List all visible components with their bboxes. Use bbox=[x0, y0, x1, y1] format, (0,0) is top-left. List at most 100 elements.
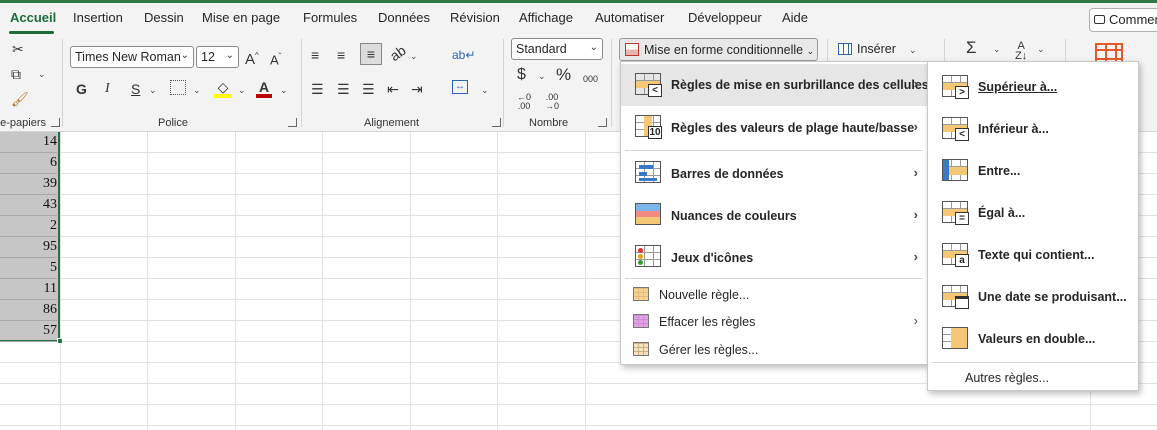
currency-chevron-icon[interactable]: ⌄ bbox=[538, 71, 546, 82]
menu-item-new-rule[interactable]: Nouvelle règle... bbox=[621, 282, 927, 308]
menu-item-data-bars[interactable]: Barres de données › bbox=[621, 152, 927, 194]
copy-icon[interactable]: ⧉ bbox=[11, 66, 21, 82]
cell-value[interactable]: 95 bbox=[0, 237, 57, 258]
insert-label: Insérer bbox=[857, 42, 896, 56]
percent-button[interactable]: % bbox=[556, 66, 571, 83]
alignment-group-label: Alignement bbox=[364, 117, 420, 129]
tab-formules[interactable]: Formules bbox=[303, 10, 357, 25]
clipboard-launcher-icon[interactable] bbox=[51, 118, 60, 127]
font-color-icon[interactable]: A bbox=[256, 79, 272, 98]
submenu-item-less-than[interactable]: < Inférieur à... bbox=[928, 108, 1138, 150]
wrap-text-icon[interactable]: ab↵ bbox=[452, 47, 475, 63]
copy-dropdown-chevron-icon[interactable]: ⌄ bbox=[38, 69, 46, 80]
sort-filter-icon[interactable]: A Z↓ bbox=[1015, 41, 1027, 62]
cut-icon[interactable]: ✂ bbox=[12, 41, 24, 57]
decrease-decimal-button[interactable]: .00 →0 bbox=[541, 93, 563, 111]
column-line bbox=[497, 132, 498, 430]
font-size-select[interactable]: 12 ⌄ bbox=[196, 46, 239, 68]
tab-affichage[interactable]: Affichage bbox=[519, 10, 573, 25]
decrease-font-icon[interactable]: Aˇ bbox=[270, 49, 281, 68]
submenu-item-date-occurring[interactable]: Une date se produisant... bbox=[928, 276, 1138, 318]
tab-dessin[interactable]: Dessin bbox=[144, 10, 184, 25]
thousands-button[interactable]: 000 bbox=[583, 71, 598, 87]
conditional-formatting-icon bbox=[625, 43, 639, 56]
tab-aide[interactable]: Aide bbox=[782, 10, 808, 25]
cell-value[interactable]: 39 bbox=[0, 174, 57, 195]
orientation-icon[interactable]: ab bbox=[387, 42, 409, 64]
tab-mise-en-page[interactable]: Mise en page bbox=[202, 10, 280, 25]
alignment-launcher-icon[interactable] bbox=[492, 118, 501, 127]
fill-color-icon[interactable]: ◇ bbox=[214, 79, 232, 98]
autosum-icon[interactable]: Σ bbox=[966, 39, 977, 56]
align-right-icon[interactable]: ☰ bbox=[362, 81, 375, 97]
align-middle-icon[interactable]: ≡ bbox=[337, 47, 345, 63]
submenu-item-between[interactable]: Entre... bbox=[928, 150, 1138, 192]
tab-donnees[interactable]: Données bbox=[378, 10, 430, 25]
submenu-item-label: Valeurs en double... bbox=[978, 332, 1096, 346]
cell-value[interactable]: 5 bbox=[0, 258, 57, 279]
submenu-item-duplicate-values[interactable]: Valeurs en double... bbox=[928, 318, 1138, 360]
cell-value[interactable]: 11 bbox=[0, 279, 57, 300]
format-painter-icon[interactable]: 🖌 bbox=[11, 91, 29, 107]
insert-button[interactable]: Insérer bbox=[838, 42, 896, 56]
date-occurring-calendar-icon bbox=[942, 285, 970, 311]
borders-chevron-icon[interactable]: ⌄ bbox=[193, 85, 201, 96]
conditional-formatting-button[interactable]: Mise en forme conditionnelle ⌄ bbox=[619, 38, 818, 61]
increase-font-icon[interactable]: A^ bbox=[245, 48, 259, 68]
merge-center-icon[interactable]: ↔ bbox=[452, 80, 468, 94]
currency-button[interactable]: $ bbox=[517, 67, 526, 83]
menu-item-color-scales[interactable]: Nuances de couleurs › bbox=[621, 194, 927, 236]
column-line bbox=[585, 132, 586, 430]
cell-value[interactable]: 14 bbox=[0, 132, 57, 153]
menu-item-label: Nuances de couleurs bbox=[671, 209, 797, 223]
cell-value[interactable]: 86 bbox=[0, 300, 57, 321]
cell-value[interactable]: 43 bbox=[0, 195, 57, 216]
submenu-item-greater-than[interactable]: > Supérieur à... bbox=[928, 66, 1138, 108]
bold-button[interactable]: G bbox=[76, 81, 87, 97]
submenu-item-equal-to[interactable]: = Égal à... bbox=[928, 192, 1138, 234]
orientation-chevron-icon[interactable]: ⌄ bbox=[410, 51, 418, 62]
submenu-arrow-icon: › bbox=[913, 207, 918, 222]
tab-revision[interactable]: Révision bbox=[450, 10, 500, 25]
underline-button[interactable]: S bbox=[131, 81, 140, 97]
submenu-arrow-icon: › bbox=[913, 249, 918, 264]
align-bottom-icon[interactable]: ≡ bbox=[360, 43, 382, 65]
fill-handle[interactable] bbox=[57, 338, 63, 344]
menu-item-icon-sets[interactable]: Jeux d'icônes › bbox=[621, 236, 927, 278]
cell-value[interactable]: 6 bbox=[0, 153, 57, 174]
submenu-item-more-rules[interactable]: Autres règles... bbox=[928, 366, 1138, 390]
submenu-arrow-icon: › bbox=[913, 165, 918, 180]
submenu-item-text-contains[interactable]: a Texte qui contient... bbox=[928, 234, 1138, 276]
menu-item-highlight-cells-rules[interactable]: < Règles de mise en surbrillance des cel… bbox=[621, 64, 929, 106]
italic-button[interactable]: I bbox=[105, 81, 110, 97]
comments-button[interactable]: Commentaires bbox=[1089, 8, 1157, 32]
increase-indent-icon[interactable]: ⇥ bbox=[411, 81, 423, 97]
autosum-chevron-icon[interactable]: ⌄ bbox=[993, 44, 1001, 55]
tab-accueil[interactable]: Accueil bbox=[10, 10, 56, 25]
increase-decimal-button[interactable]: ←0 .00 bbox=[513, 93, 535, 111]
font-name-select[interactable]: Times New Roman ⌄ bbox=[70, 46, 194, 68]
align-left-icon[interactable]: ☰ bbox=[311, 81, 324, 97]
borders-icon[interactable] bbox=[170, 80, 186, 95]
tab-developpeur[interactable]: Développeur bbox=[688, 10, 762, 25]
number-format-select[interactable]: Standard ⌄ bbox=[511, 38, 603, 60]
menu-item-top-bottom-rules[interactable]: 10 Règles des valeurs de plage haute/bas… bbox=[621, 107, 927, 149]
menu-item-manage-rules[interactable]: Gérer les règles... bbox=[621, 337, 927, 363]
merge-chevron-icon[interactable]: ⌄ bbox=[481, 85, 489, 96]
font-launcher-icon[interactable] bbox=[288, 118, 297, 127]
decrease-indent-icon[interactable]: ⇤ bbox=[387, 81, 399, 97]
sort-chevron-icon[interactable]: ⌄ bbox=[1037, 44, 1045, 55]
number-launcher-icon[interactable] bbox=[598, 118, 607, 127]
cell-value[interactable]: 2 bbox=[0, 216, 57, 237]
fill-color-chevron-icon[interactable]: ⌄ bbox=[238, 85, 246, 96]
top-bottom-rules-icon: 10 bbox=[635, 115, 663, 141]
align-top-icon[interactable]: ≡ bbox=[311, 47, 319, 63]
cell-value[interactable]: 57 bbox=[0, 321, 57, 342]
align-center-icon[interactable]: ☰ bbox=[337, 81, 350, 97]
font-color-chevron-icon[interactable]: ⌄ bbox=[280, 85, 288, 96]
tab-insertion[interactable]: Insertion bbox=[73, 10, 123, 25]
insert-chevron-icon[interactable]: ⌄ bbox=[909, 45, 917, 56]
menu-item-clear-rules[interactable]: Effacer les règles › bbox=[621, 309, 927, 335]
underline-chevron-icon[interactable]: ⌄ bbox=[149, 85, 157, 96]
tab-automatiser[interactable]: Automatiser bbox=[595, 10, 664, 25]
